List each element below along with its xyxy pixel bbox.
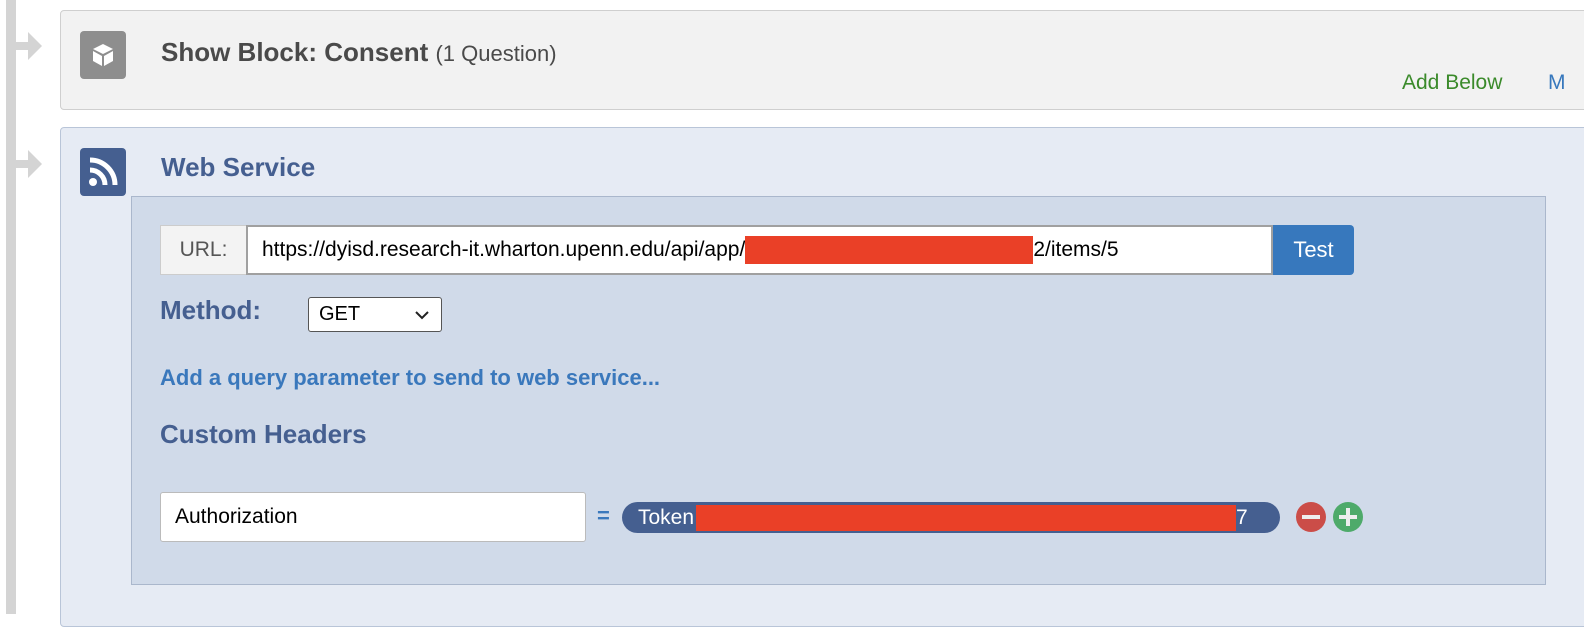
flow-arrow-icon bbox=[16, 32, 42, 60]
url-label: URL: bbox=[160, 225, 246, 275]
add-query-parameter-link[interactable]: Add a query parameter to send to web ser… bbox=[160, 365, 660, 391]
add-below-link[interactable]: Add Below bbox=[1402, 71, 1502, 95]
more-link[interactable]: M bbox=[1548, 71, 1566, 95]
rss-icon bbox=[80, 148, 126, 196]
chevron-down-icon bbox=[415, 311, 429, 320]
web-service-title: Web Service bbox=[161, 152, 316, 182]
method-label: Method: bbox=[160, 295, 262, 325]
test-button[interactable]: Test bbox=[1273, 225, 1354, 275]
flow-line bbox=[6, 0, 16, 614]
custom-headers-heading: Custom Headers bbox=[160, 419, 367, 449]
web-service-block: Web Service URL: https://dyisd.research-… bbox=[60, 127, 1584, 627]
redaction bbox=[696, 504, 1237, 531]
header-value-input[interactable]: Token 7 bbox=[622, 502, 1280, 533]
redaction bbox=[745, 236, 1034, 264]
method-select[interactable]: GET bbox=[308, 297, 442, 332]
flow-arrow-icon bbox=[16, 150, 42, 178]
equals-sign: = bbox=[597, 503, 610, 528]
remove-header-icon[interactable] bbox=[1296, 502, 1326, 532]
block-title: Show Block: Consent (1 Question) bbox=[161, 37, 557, 67]
cube-icon bbox=[80, 31, 126, 79]
header-name-input[interactable]: Authorization bbox=[160, 492, 586, 542]
url-input[interactable]: https://dyisd.research-it.wharton.upenn.… bbox=[246, 225, 1273, 275]
url-row: URL: https://dyisd.research-it.wharton.u… bbox=[160, 225, 1354, 275]
add-header-icon[interactable] bbox=[1333, 502, 1363, 532]
consent-block[interactable]: Show Block: Consent (1 Question) Add Bel… bbox=[60, 10, 1584, 110]
web-service-panel: URL: https://dyisd.research-it.wharton.u… bbox=[131, 196, 1546, 585]
